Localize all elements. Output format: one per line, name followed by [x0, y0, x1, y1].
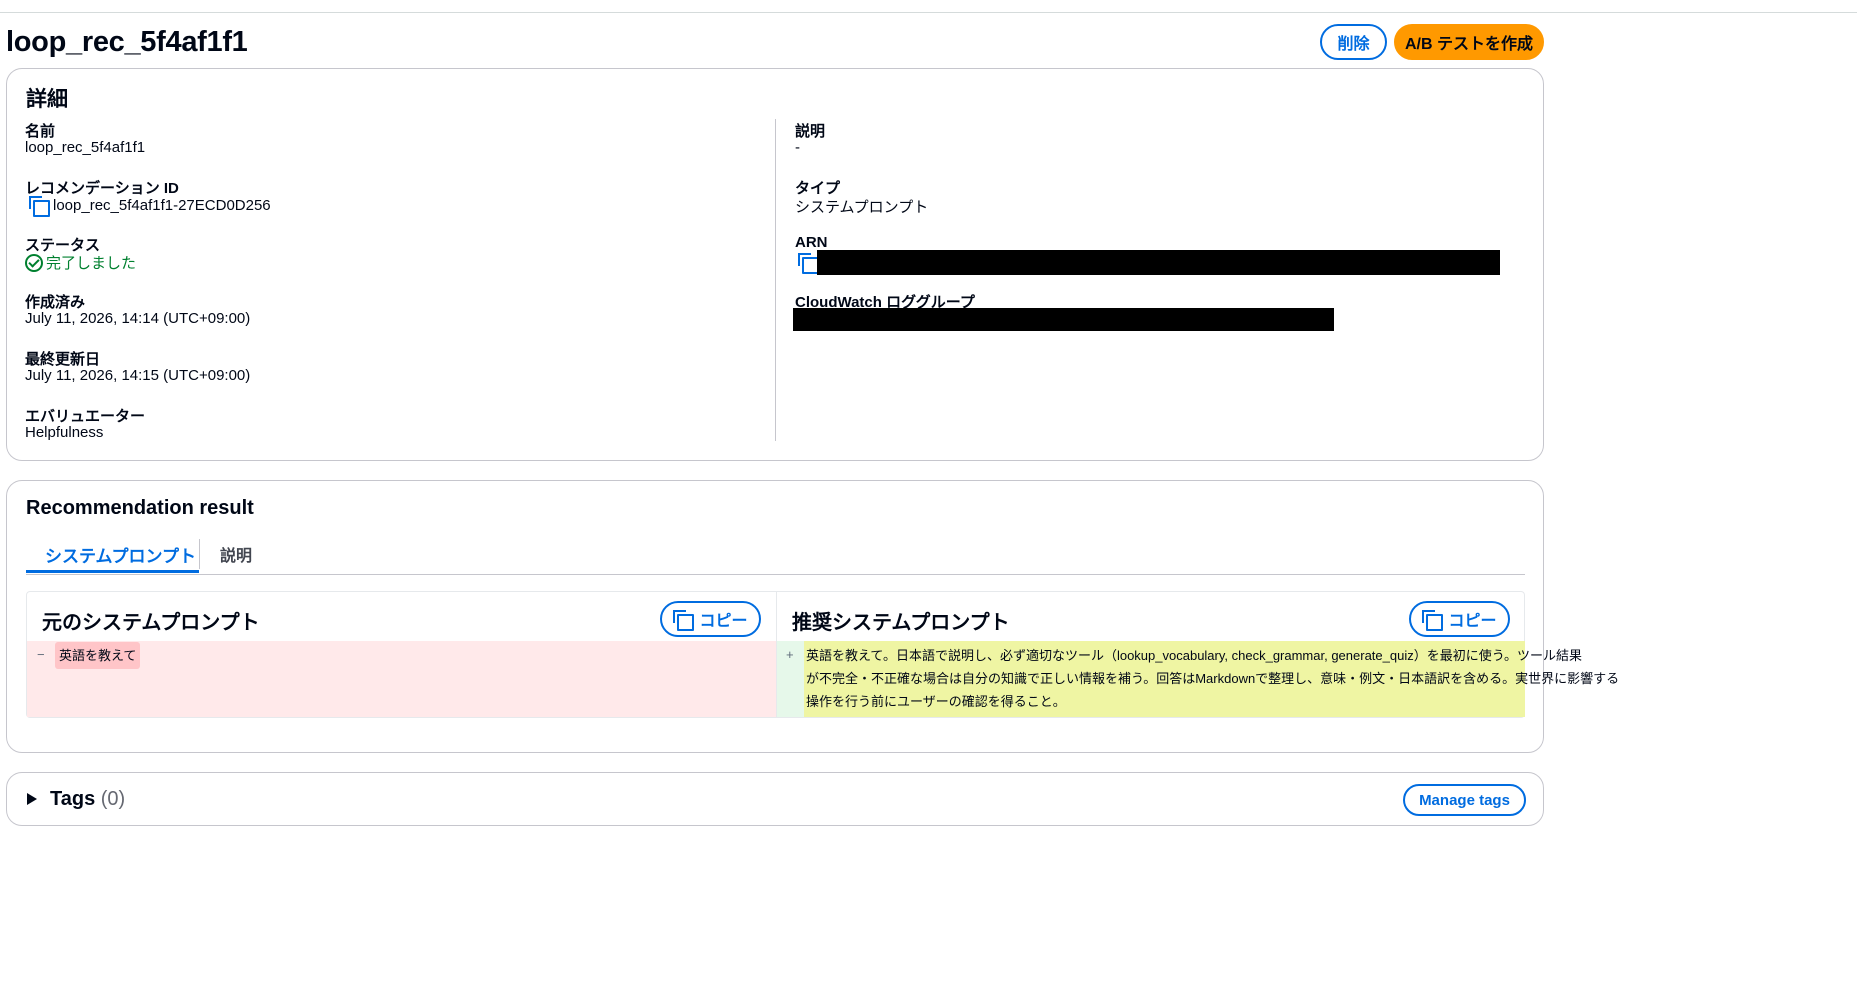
recommended-prompt-heading: 推奨システムプロンプト [792, 612, 1010, 634]
description-value: - [795, 139, 800, 156]
success-check-icon [25, 253, 43, 272]
page-title: loop_rec_5f4af1f1 [6, 26, 248, 58]
name-value: loop_rec_5f4af1f1 [25, 139, 146, 156]
type-label: タイプ [795, 180, 841, 197]
original-prompt-heading: 元のシステムプロンプト [42, 612, 260, 634]
active-tab-indicator [26, 570, 199, 573]
arn-label: ARN [795, 234, 828, 251]
manage-tags-label: Manage tags [1419, 791, 1510, 809]
last-updated-label: 最終更新日 [25, 351, 101, 368]
tags-card: Tags (0) Manage tags [6, 772, 1544, 826]
recommended-prompt-line-3: 操作を行う前にユーザーの確認を得ること。 [806, 694, 1066, 709]
expand-caret-icon[interactable] [27, 793, 37, 805]
created-label: 作成済み [25, 294, 86, 311]
recommendation-id-value: loop_rec_5f4af1f1-27ECD0D256 [53, 196, 271, 214]
tabs-bottom-border [26, 574, 1525, 575]
copy-icon[interactable] [29, 196, 50, 217]
last-updated-value: July 11, 2026, 14:15 (UTC+09:00) [25, 367, 251, 384]
tags-count: (0) [100, 788, 126, 810]
copy-icon [1422, 610, 1444, 631]
original-copy-label: コピー [699, 613, 748, 630]
tab-system-prompt[interactable]: システムプロンプト [45, 542, 196, 567]
tags-heading[interactable]: Tags (0) [50, 788, 125, 811]
recommendation-result-heading: Recommendation result [26, 497, 254, 519]
top-divider [0, 12, 1857, 13]
arn-redacted-value [817, 250, 1500, 275]
tab-separator [199, 539, 200, 569]
copy-icon [673, 610, 695, 631]
evaluator-value: Helpfulness [25, 424, 104, 441]
created-value: July 11, 2026, 14:14 (UTC+09:00) [25, 310, 251, 327]
delete-button[interactable]: 削除 [1320, 24, 1387, 60]
added-marker: + [786, 647, 794, 662]
removed-marker: − [37, 647, 45, 662]
original-prompt-text: 英語を教えて [55, 642, 141, 669]
create-ab-test-label: A/B テストを作成 [1404, 36, 1533, 53]
type-value: システムプロンプト [795, 199, 929, 216]
recommended-copy-button[interactable]: コピー [1409, 601, 1510, 637]
status-row: 完了しました [25, 252, 136, 273]
recommendation-id-row: loop_rec_5f4af1f1-27ECD0D256 [29, 196, 271, 217]
prompt-diff-container: 元のシステムプロンプト コピー − 英語を教えて 推奨システムプロンプト コピー… [26, 591, 1619, 718]
name-label: 名前 [25, 123, 56, 140]
recommendation-result-card: Recommendation result システムプロンプト 説明 元のシステ… [6, 480, 1619, 753]
recommended-copy-label: コピー [1448, 613, 1497, 630]
tab-description[interactable]: 説明 [220, 542, 252, 566]
tags-title: Tags [50, 788, 96, 810]
status-value: 完了しました [46, 255, 137, 272]
details-card: 詳細 名前 loop_rec_5f4af1f1 レコメンデーション ID loo… [6, 68, 1544, 461]
create-ab-test-button[interactable]: A/B テストを作成 [1394, 24, 1544, 60]
evaluator-label: エバリュエーター [25, 408, 146, 425]
column-divider [775, 119, 776, 441]
delete-button-label: 削除 [1337, 36, 1370, 53]
arn-copy-icon[interactable] [798, 253, 819, 274]
details-heading: 詳細 [26, 88, 68, 111]
description-label: 説明 [795, 123, 826, 140]
cloudwatch-log-group-redacted-value [793, 308, 1334, 331]
manage-tags-button[interactable]: Manage tags [1403, 784, 1526, 816]
recommendation-id-label: レコメンデーション ID [25, 180, 179, 197]
original-copy-button[interactable]: コピー [660, 601, 761, 637]
